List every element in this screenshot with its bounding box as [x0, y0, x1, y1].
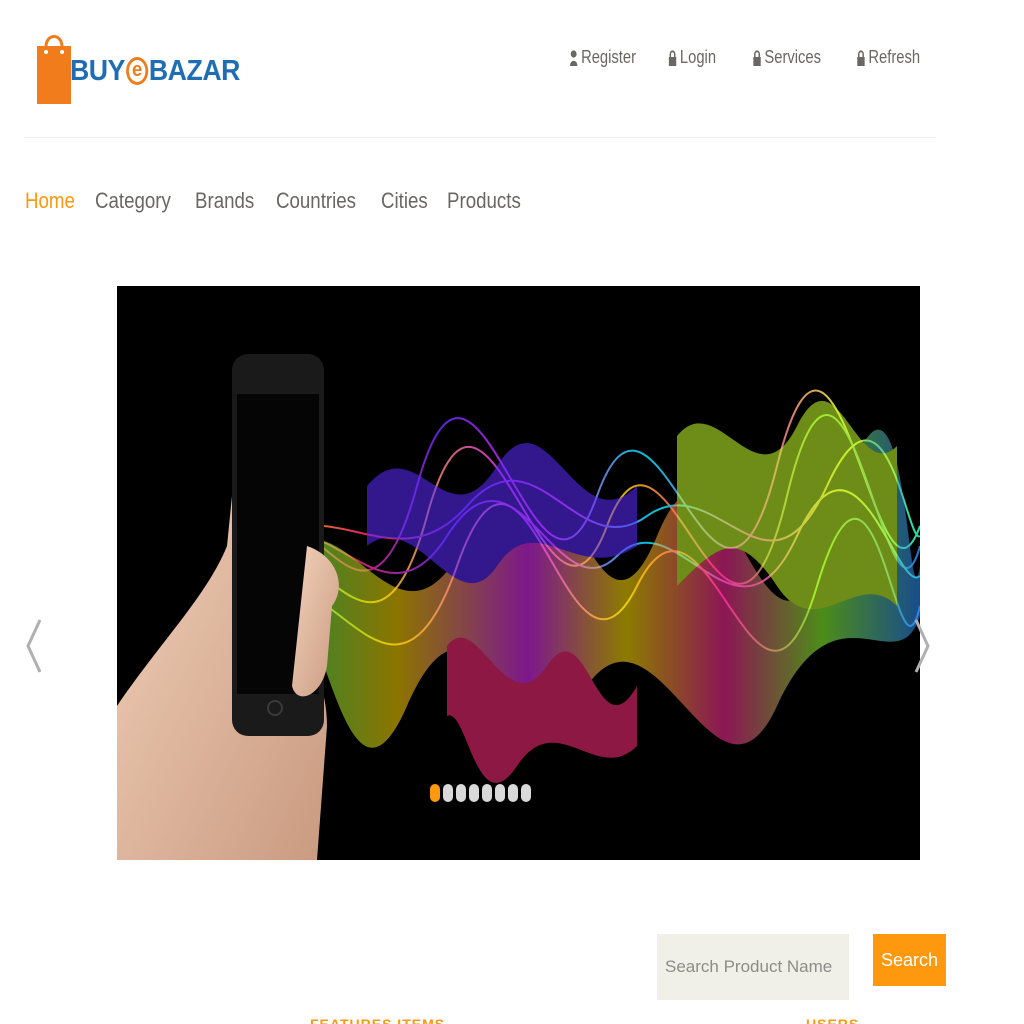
services-link[interactable]: Services: [753, 47, 821, 68]
slider-dot[interactable]: [495, 784, 505, 802]
refresh-label: Refresh: [868, 47, 920, 67]
chevron-right-icon[interactable]: [910, 616, 934, 676]
services-label: Services: [764, 47, 821, 67]
lock-icon: [668, 49, 677, 66]
nav-item-countries[interactable]: Countries: [276, 188, 356, 214]
brand-name-prefix: BUY: [70, 54, 125, 87]
slider-dot[interactable]: [456, 784, 466, 802]
nav-item-category[interactable]: Category: [95, 188, 171, 214]
login-link[interactable]: Login: [668, 47, 716, 68]
chevron-left-icon[interactable]: [22, 616, 46, 676]
hero-slider: [117, 286, 920, 860]
featured-items-heading: FEATURES ITEMS: [310, 1016, 446, 1024]
shopping-bag-icon: [36, 29, 72, 104]
nav-item-home[interactable]: Home: [25, 188, 75, 214]
nav-item-cities[interactable]: Cities: [381, 188, 428, 214]
search-button[interactable]: Search: [873, 934, 946, 986]
nav-item-products[interactable]: Products: [447, 188, 521, 214]
nav-item-brands[interactable]: Brands: [195, 188, 254, 214]
lock-icon: [857, 49, 865, 66]
brand-name-e: e: [125, 57, 148, 85]
header-divider: [24, 137, 936, 138]
slider-dots: [430, 784, 531, 802]
user-icon: [569, 49, 578, 66]
lock-icon: [753, 49, 761, 66]
account-links: Register Login Services Refresh: [555, 47, 920, 68]
main-nav: Home Category Brands Countries Cities Pr…: [25, 188, 522, 214]
login-label: Login: [679, 47, 716, 67]
slider-dot[interactable]: [482, 784, 492, 802]
slider-dot[interactable]: [508, 784, 518, 802]
slider-dot[interactable]: [469, 784, 479, 802]
register-link[interactable]: Register: [569, 47, 636, 68]
brand-name-suffix: BAZAR: [148, 54, 241, 87]
register-label: Register: [580, 47, 636, 67]
search-product-input[interactable]: [657, 934, 849, 1000]
slider-dot[interactable]: [430, 784, 440, 802]
slider-dot[interactable]: [521, 784, 531, 802]
brand-name: BUY e BAZAR: [70, 55, 240, 88]
slide-image: [117, 286, 920, 860]
site-logo[interactable]: BUY e BAZAR: [36, 26, 255, 104]
slider-dot[interactable]: [443, 784, 453, 802]
users-heading: USERS: [806, 1016, 860, 1024]
refresh-link[interactable]: Refresh: [857, 47, 920, 68]
